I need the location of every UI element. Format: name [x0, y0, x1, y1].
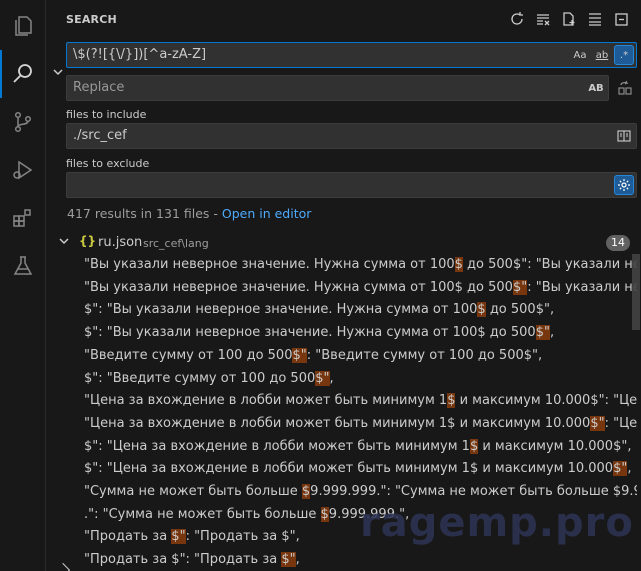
- exclude-label: files to exclude: [66, 157, 150, 170]
- match-highlight: $": [512, 279, 528, 295]
- match-text: "Вы указали неверное значение. Нужна сум…: [84, 257, 455, 272]
- match-text: "Вы указали неверное значение. Нужна сум…: [84, 279, 513, 295]
- match-text: $": "Введите сумму от 100 до 500: [84, 370, 316, 386]
- testing-flask-icon[interactable]: [0, 242, 46, 290]
- match-text: и максимум 10.000$": "Цена за вхож...: [459, 393, 637, 409]
- match-line[interactable]: $": "Введите сумму от 100 до 500$",: [84, 368, 637, 390]
- match-text: до 500$": "Вы указали неверное зна...: [467, 257, 637, 272]
- replace-placeholder: Replace: [73, 80, 125, 95]
- match-highlight: $": [590, 415, 605, 431]
- match-highlight: $: [469, 438, 479, 454]
- match-line[interactable]: "Вы указали неверное значение. Нужна сум…: [84, 254, 637, 276]
- match-text: "Цена за вхождение в лобби может быть ми…: [84, 393, 448, 409]
- json-file-icon: {}: [79, 234, 97, 248]
- search-query: \$(?![{\/}])[^a-zA-Z]: [73, 47, 207, 62]
- match-text: "Введите сумму от 100 до 500: [84, 347, 293, 363]
- match-highlight: $": [292, 347, 307, 363]
- match-highlight: $": [315, 370, 330, 386]
- include-label: files to include: [66, 108, 147, 121]
- match-text: ,: [329, 370, 334, 386]
- match-text: "Цена за вхождение в лобби может быть ми…: [84, 415, 591, 431]
- files-to-include-input[interactable]: ./src_cef: [66, 123, 637, 149]
- preserve-case-toggle[interactable]: AB: [586, 78, 606, 98]
- results-summary: 417 results in 131 files - Open in edito…: [67, 206, 311, 221]
- chevron-right-icon[interactable]: [55, 562, 71, 571]
- search-icon[interactable]: [0, 50, 46, 98]
- include-value: ./src_cef: [73, 128, 127, 143]
- replace-input[interactable]: Replace AB: [66, 75, 609, 101]
- collapse-all-icon[interactable]: [611, 9, 631, 29]
- search-input[interactable]: \$(?![{\/}])[^a-zA-Z] Aa ab .*: [66, 42, 637, 68]
- match-line[interactable]: $": "Цена за вхождение в лобби может быт…: [84, 436, 637, 458]
- results-count-text: 417 results in 131 files -: [67, 206, 222, 221]
- use-exclude-settings-gear-icon[interactable]: [614, 175, 634, 195]
- new-search-editor-icon[interactable]: [559, 9, 579, 29]
- match-highlight: $: [454, 257, 463, 272]
- match-highlight: $": [535, 325, 550, 341]
- match-count-badge: 14: [606, 235, 630, 251]
- match-whole-word-toggle[interactable]: ab: [592, 45, 612, 65]
- chevron-down-icon[interactable]: [58, 235, 70, 251]
- match-line[interactable]: "Цена за вхождение в лобби может быть ми…: [84, 390, 637, 412]
- match-text: "Продать за: [84, 529, 172, 545]
- use-regex-toggle[interactable]: .*: [614, 45, 634, 65]
- match-highlight: $": [171, 529, 186, 545]
- search-view: SEARCH \$(?![{\/}])[^a-zA-Z] Aa ab .* Re…: [46, 0, 641, 571]
- panel-title: SEARCH: [66, 13, 117, 26]
- match-text: 9.999.999.": "Сумма не может быть больше…: [310, 484, 637, 499]
- match-line[interactable]: "Вы указали неверное значение. Нужна сум…: [84, 277, 637, 299]
- title-actions: [507, 9, 631, 29]
- source-control-icon[interactable]: [0, 98, 46, 146]
- clear-results-icon[interactable]: [533, 9, 553, 29]
- match-line[interactable]: $": "Вы указали неверное значение. Нужна…: [84, 299, 637, 321]
- match-text: $": "Цена за вхождение в лобби может быт…: [84, 438, 470, 454]
- match-text: $": "Вы указали неверное значение. Нужна…: [84, 325, 536, 341]
- match-text: $": "Цена за вхождение в лобби может быт…: [84, 461, 614, 477]
- run-debug-icon[interactable]: [0, 146, 46, 194]
- file-result-row[interactable]: {} ru.json src_cef\lang 14: [46, 232, 641, 254]
- match-text: : "Цена за вхож...: [604, 415, 637, 431]
- match-line[interactable]: $": "Вы указали неверное значение. Нужна…: [84, 322, 637, 344]
- match-text: : "Продать за $",: [185, 529, 300, 545]
- match-line[interactable]: "Цена за вхождение в лобби может быть ми…: [84, 413, 637, 435]
- match-case-toggle[interactable]: Aa: [570, 45, 590, 65]
- view-as-tree-icon[interactable]: [585, 9, 605, 29]
- match-highlight: $: [320, 506, 329, 522]
- file-name: ru.json: [98, 235, 143, 250]
- match-highlight: $: [301, 484, 311, 499]
- explorer-icon[interactable]: [0, 2, 46, 50]
- match-line[interactable]: "Введите сумму от 100 до 500$": "Введите…: [84, 345, 637, 367]
- match-text: и максимум 10.000$",: [478, 438, 632, 454]
- search-only-open-editors-icon[interactable]: [614, 126, 634, 146]
- match-text: .": "Сумма не может быть больше: [84, 506, 321, 522]
- files-to-exclude-input[interactable]: [66, 172, 637, 198]
- match-text: до 500$",: [485, 302, 555, 318]
- match-highlight: $": [613, 461, 628, 477]
- match-text: : "Вы указали неверное зна...: [527, 279, 637, 295]
- extensions-icon[interactable]: [0, 194, 46, 242]
- toggle-replace-chevron-icon[interactable]: [50, 62, 66, 82]
- match-text: "Сумма не может быть больше: [84, 484, 302, 499]
- watermark: ragemp.pro: [360, 500, 634, 546]
- activity-bar: [0, 0, 46, 571]
- file-path: src_cef\lang: [143, 237, 209, 250]
- match-text: $": "Вы указали неверное значение. Нужна…: [84, 302, 478, 318]
- open-in-editor-link[interactable]: Open in editor: [222, 206, 312, 221]
- match-text: ,: [549, 325, 555, 341]
- next-file-row[interactable]: [46, 562, 641, 571]
- scrollbar-thumb[interactable]: [632, 254, 640, 330]
- match-text: ,: [627, 461, 632, 477]
- match-highlight: $: [477, 302, 486, 318]
- match-text: : "Введите сумму от 100 до 500$",: [306, 347, 543, 363]
- replace-all-icon[interactable]: [614, 77, 636, 99]
- refresh-icon[interactable]: [507, 9, 527, 29]
- match-line[interactable]: $": "Цена за вхождение в лобби может быт…: [84, 458, 637, 480]
